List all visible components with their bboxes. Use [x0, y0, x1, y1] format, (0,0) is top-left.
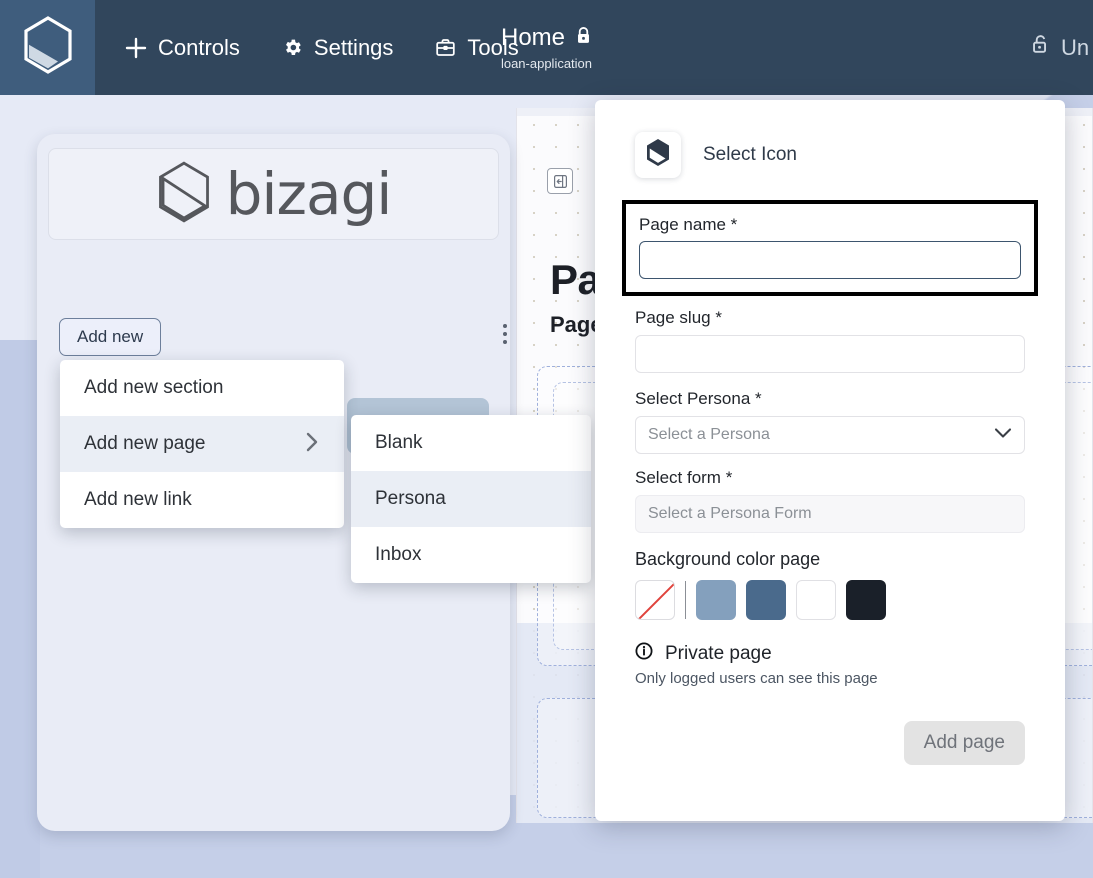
brand-logo-text: bizagi [225, 160, 393, 228]
bizagi-hexagon-icon [156, 161, 212, 228]
select-icon-label: Select Icon [703, 144, 797, 165]
menu-item-add-new-page[interactable]: Add new page [60, 416, 344, 472]
swatch-light-blue[interactable] [696, 580, 736, 620]
menu-item-blank[interactable]: Blank [351, 415, 591, 471]
menu-item-inbox[interactable]: Inbox [351, 527, 591, 583]
collapse-panel-icon[interactable] [547, 168, 573, 194]
select-form-field: Select form * [635, 468, 1025, 533]
menu-item-add-new-section[interactable]: Add new section [60, 360, 344, 416]
main-nav: Controls Settings Tools [95, 0, 519, 95]
swatch-separator [685, 581, 686, 619]
page-slug-label: Page slug * [635, 308, 722, 327]
select-form-label: Select form * [635, 468, 733, 487]
info-icon [635, 642, 653, 665]
nav-item-settings-label: Settings [313, 34, 394, 60]
canvas-page-title: Pa [550, 256, 601, 303]
swatch-white[interactable] [796, 580, 836, 620]
page-name-input[interactable] [639, 241, 1021, 279]
add-page-button[interactable]: Add page [903, 721, 1025, 765]
menu-item-label: Blank [375, 432, 423, 453]
add-page-dialog: Select Icon Page name * Page slug * Sele… [595, 100, 1065, 821]
private-page-row[interactable]: Private page [635, 642, 1025, 665]
bizagi-hexagon-icon [22, 16, 74, 79]
nav-item-tools-label: Tools [467, 34, 519, 60]
add-new-button[interactable]: Add new [59, 318, 162, 356]
select-icon-button[interactable] [635, 132, 681, 178]
menu-item-label: Add new section [84, 377, 224, 398]
select-icon-row: Select Icon [635, 132, 1025, 178]
lock-closed-icon [575, 24, 592, 52]
app-logo-button[interactable] [0, 0, 95, 95]
nav-item-tools[interactable]: Tools [435, 34, 519, 61]
select-persona-input[interactable] [635, 416, 1025, 454]
swatch-near-black[interactable] [846, 580, 886, 620]
menu-item-label: Add new link [84, 489, 192, 510]
swatch-slate-blue[interactable] [746, 580, 786, 620]
select-persona-field: Select Persona * [635, 389, 1025, 454]
page-slug-input[interactable] [635, 335, 1025, 373]
more-vertical-icon[interactable] [495, 324, 515, 344]
swatch-none[interactable] [635, 580, 675, 620]
add-new-menu: Add new section Add new page Add new lin… [60, 360, 344, 528]
select-persona-label: Select Persona * [635, 389, 762, 408]
private-page-description: Only logged users can see this page [635, 670, 878, 687]
unlock-button[interactable]: Un [1031, 0, 1093, 95]
unlock-label: Un [1061, 34, 1090, 60]
menu-item-label: Inbox [375, 544, 422, 565]
lock-open-icon [1031, 34, 1050, 61]
bizagi-hexagon-icon [645, 138, 671, 172]
nav-item-controls[interactable]: Controls [125, 35, 240, 61]
page-name-field-focus-outline: Page name * [622, 200, 1038, 296]
plus-icon [125, 37, 147, 59]
toolbox-icon [435, 37, 456, 58]
add-new-page-submenu: Blank Persona Inbox [351, 415, 591, 583]
menu-item-label: Add new page [84, 433, 206, 454]
page-slug-field: Page slug * [635, 308, 1025, 373]
background-color-section: Background color page [635, 549, 1025, 620]
chevron-right-icon [305, 431, 320, 457]
menu-item-persona[interactable]: Persona [351, 471, 591, 527]
gear-icon [282, 37, 303, 58]
menu-item-label: Persona [375, 488, 446, 509]
private-page-label: Private page [665, 642, 772, 664]
nav-item-controls-label: Controls [158, 34, 240, 60]
background-color-swatches [635, 580, 1025, 620]
page-name-label: Page name * [639, 215, 738, 234]
background-left-strip [0, 340, 40, 878]
top-navigation-bar: Controls Settings Tools Home loan-applic… [0, 0, 1093, 95]
brand-logo-card[interactable]: bizagi [48, 148, 499, 240]
nav-item-settings[interactable]: Settings [282, 34, 394, 61]
menu-item-add-new-link[interactable]: Add new link [60, 472, 344, 528]
background-color-label: Background color page [635, 549, 821, 569]
select-form-input [635, 495, 1025, 533]
